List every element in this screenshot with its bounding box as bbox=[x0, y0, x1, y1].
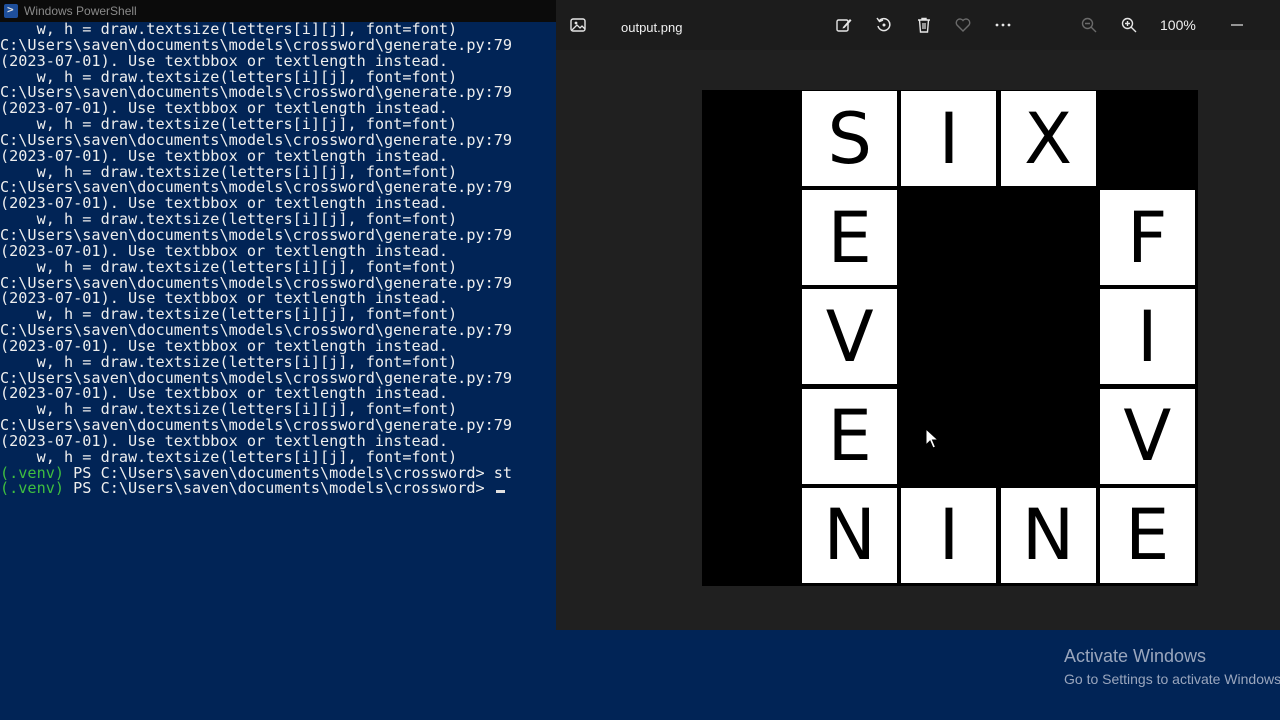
minimize-icon[interactable] bbox=[1228, 13, 1246, 37]
edit-image-icon[interactable] bbox=[834, 13, 854, 37]
watermark-subtitle: Go to Settings to activate Windows. bbox=[1064, 671, 1280, 687]
crossword-cell: F bbox=[1099, 190, 1195, 286]
venv-label: (.venv) bbox=[0, 479, 65, 498]
prompt-line: (.venv) PS C:\Users\saven\documents\mode… bbox=[0, 481, 556, 497]
delete-icon[interactable] bbox=[914, 13, 934, 37]
crossword-cell: V bbox=[802, 289, 898, 385]
photo-viewer-window: output.png 100% SIXEFVIEVNINE bbox=[556, 0, 1280, 630]
watermark-title: Activate Windows bbox=[1064, 646, 1207, 666]
crossword-cell: N bbox=[802, 487, 898, 583]
powershell-terminal[interactable]: w, h = draw.textsize(letters[i][j], font… bbox=[0, 22, 556, 720]
crossword-cell: X bbox=[1000, 91, 1096, 186]
zoom-in-icon[interactable] bbox=[1119, 13, 1139, 37]
activate-windows-watermark: Activate Windows Go to Settings to activ… bbox=[1064, 646, 1280, 687]
text-cursor bbox=[495, 490, 505, 494]
crossword-cell: N bbox=[1000, 487, 1096, 583]
prompt-text: PS C:\Users\saven\documents\models\cross… bbox=[64, 479, 494, 498]
favorite-heart-icon[interactable] bbox=[953, 13, 973, 37]
crossword-cell: I bbox=[1099, 289, 1195, 385]
crossword-cell: I bbox=[901, 487, 997, 583]
rotate-icon[interactable] bbox=[874, 13, 894, 37]
viewer-filename: output.png bbox=[621, 19, 683, 35]
powershell-title: Windows PowerShell bbox=[24, 4, 137, 18]
crossword-cell: I bbox=[901, 91, 997, 186]
viewer-toolbar: output.png 100% bbox=[556, 0, 1280, 50]
crossword-cell: V bbox=[1099, 388, 1195, 484]
crossword-cell: E bbox=[802, 190, 898, 286]
zoom-out-icon[interactable] bbox=[1079, 13, 1099, 37]
mouse-pointer-icon bbox=[925, 428, 939, 449]
more-options-icon[interactable] bbox=[993, 13, 1013, 37]
crossword-cell: E bbox=[1099, 487, 1195, 583]
crossword-cell: S bbox=[802, 91, 898, 186]
image-icon[interactable] bbox=[568, 13, 588, 37]
crossword-image: SIXEFVIEVNINE bbox=[702, 90, 1198, 586]
zoom-level[interactable]: 100% bbox=[1160, 13, 1196, 37]
crossword-cell: E bbox=[802, 388, 898, 484]
powershell-icon bbox=[4, 3, 18, 18]
